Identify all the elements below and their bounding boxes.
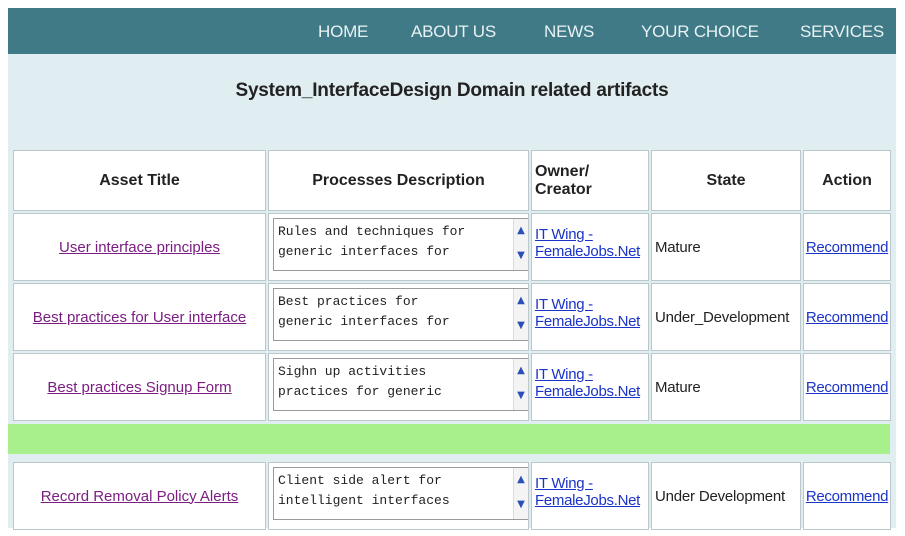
scroll-up-icon[interactable]: ▲ [515, 474, 527, 486]
description-text: Client side alert for intelligent interf… [278, 473, 450, 508]
nav-your-choice-link[interactable]: YOUR CHOICE [641, 8, 759, 54]
recommend-link[interactable]: Recommend [806, 488, 889, 505]
recommend-link[interactable]: Recommend [806, 379, 889, 396]
recommend-link[interactable]: Recommend [806, 309, 889, 326]
separator-row [8, 424, 890, 454]
table-row-4-action-cell: Recommend [803, 462, 891, 530]
header-asset-title: Asset Title [13, 150, 266, 211]
textarea-scrollbar[interactable]: ▲ ▼ [513, 289, 528, 340]
description-textarea[interactable]: Rules and techniques for generic interfa… [273, 218, 528, 271]
recommend-link[interactable]: Recommend [806, 239, 889, 256]
description-text: Best practices for generic interfaces fo… [278, 294, 450, 329]
owner-link-line1[interactable]: IT Wing - [535, 475, 648, 492]
description-textarea[interactable]: Best practices for generic interfaces fo… [273, 288, 528, 341]
table-row-1-state: Mature [651, 213, 801, 281]
table-row-3-owner-cell: IT Wing - FemaleJobs.Net [531, 353, 649, 421]
scroll-up-icon[interactable]: ▲ [515, 295, 527, 307]
nav-home-link[interactable]: HOME [318, 8, 368, 54]
top-navbar: HOME ABOUT US NEWS YOUR CHOICE SERVICES [8, 8, 896, 54]
description-textarea[interactable]: Client side alert for intelligent interf… [273, 467, 528, 520]
owner-link-line2[interactable]: FemaleJobs.Net [535, 492, 648, 509]
scroll-down-icon[interactable]: ▼ [515, 250, 527, 262]
table-row-2-description-cell: Best practices for generic interfaces fo… [268, 283, 529, 351]
table-row-2-title-cell: Best practices for User interface [13, 283, 266, 351]
asset-title-link[interactable]: User interface principles [59, 239, 220, 256]
owner-link-line2[interactable]: FemaleJobs.Net [535, 313, 648, 330]
description-text: Sighn up activities practices for generi… [278, 364, 442, 399]
header-state: State [651, 150, 801, 211]
asset-title-link[interactable]: Best practices for User interface [33, 309, 246, 326]
header-processes-description: Processes Description [268, 150, 529, 211]
table-row-2-state: Under_Development [651, 283, 801, 351]
table-row-2-owner-cell: IT Wing - FemaleJobs.Net [531, 283, 649, 351]
owner-link-line2[interactable]: FemaleJobs.Net [535, 383, 648, 400]
description-text: Rules and techniques for generic interfa… [278, 224, 466, 259]
header-owner-line1: Owner/ [535, 162, 590, 180]
scroll-up-icon[interactable]: ▲ [515, 225, 527, 237]
nav-about-us-link[interactable]: ABOUT US [411, 8, 496, 54]
page-title: System_InterfaceDesign Domain related ar… [235, 80, 669, 101]
header-owner-line2: Creator [535, 180, 592, 198]
table-row-1-description-cell: Rules and techniques for generic interfa… [268, 213, 529, 281]
table-row-3-description-cell: Sighn up activities practices for generi… [268, 353, 529, 421]
textarea-scrollbar[interactable]: ▲ ▼ [513, 219, 528, 270]
scroll-down-icon[interactable]: ▼ [515, 320, 527, 332]
nav-news-link[interactable]: NEWS [544, 8, 594, 54]
table-row-4-owner-cell: IT Wing - FemaleJobs.Net [531, 462, 649, 530]
textarea-scrollbar[interactable]: ▲ ▼ [513, 468, 528, 519]
asset-title-link[interactable]: Best practices Signup Form [47, 379, 231, 396]
table-row-1-title-cell: User interface principles [13, 213, 266, 281]
textarea-scrollbar[interactable]: ▲ ▼ [513, 359, 528, 410]
table-row-4-title-cell: Record Removal Policy Alerts [13, 462, 266, 530]
table-row-3-state: Mature [651, 353, 801, 421]
table-row-4-state: Under Development [651, 462, 801, 530]
table-row-4-description-cell: Client side alert for intelligent interf… [268, 462, 529, 530]
description-textarea[interactable]: Sighn up activities practices for generi… [273, 358, 528, 411]
table-row-3-action-cell: Recommend [803, 353, 891, 421]
table-row-3-title-cell: Best practices Signup Form [13, 353, 266, 421]
asset-title-link[interactable]: Record Removal Policy Alerts [41, 488, 239, 505]
owner-link-line2[interactable]: FemaleJobs.Net [535, 243, 648, 260]
table-row-1-action-cell: Recommend [803, 213, 891, 281]
owner-link-line1[interactable]: IT Wing - [535, 366, 648, 383]
scroll-down-icon[interactable]: ▼ [515, 499, 527, 511]
header-owner-creator: Owner/ Creator [531, 150, 649, 211]
header-action: Action [803, 150, 891, 211]
table-row-2-action-cell: Recommend [803, 283, 891, 351]
table-row-1-owner-cell: IT Wing - FemaleJobs.Net [531, 213, 649, 281]
nav-services-link[interactable]: SERVICES [800, 8, 884, 54]
owner-link-line1[interactable]: IT Wing - [535, 296, 648, 313]
scroll-up-icon[interactable]: ▲ [515, 365, 527, 377]
scroll-down-icon[interactable]: ▼ [515, 390, 527, 402]
owner-link-line1[interactable]: IT Wing - [535, 226, 648, 243]
